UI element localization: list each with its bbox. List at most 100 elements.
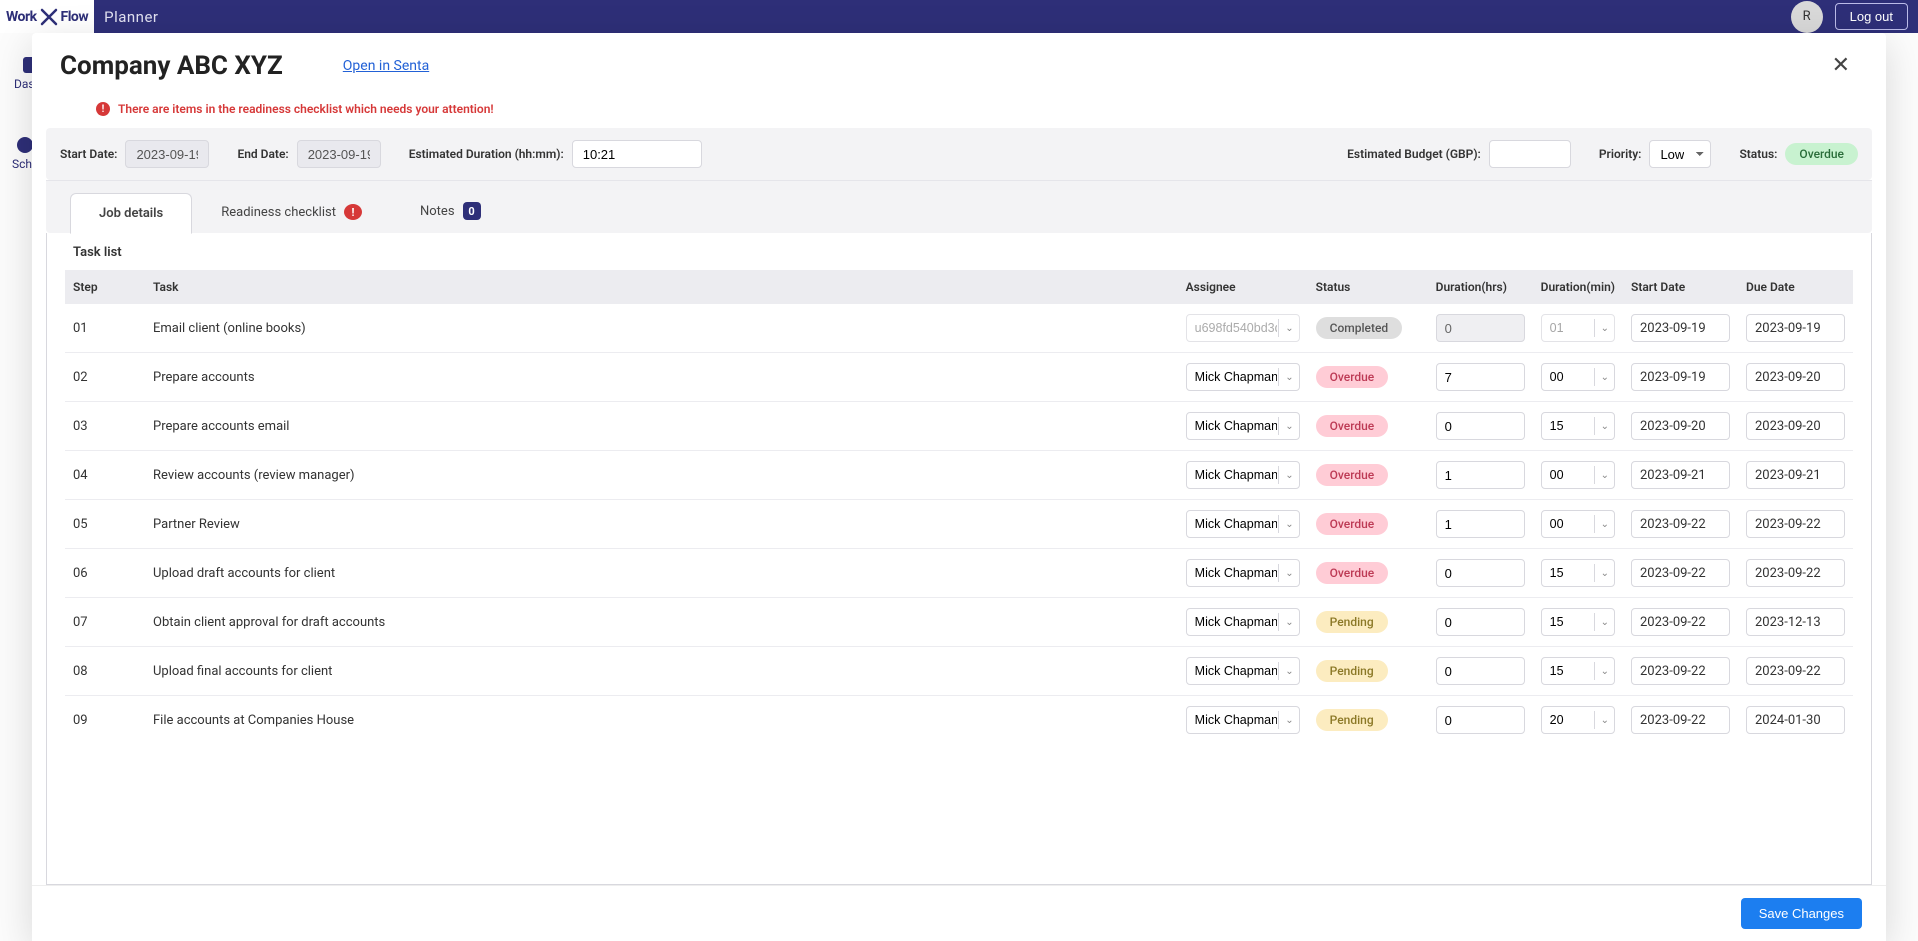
- end-date-input: [297, 140, 381, 168]
- cell-step: 09: [65, 696, 145, 745]
- status-badge: Pending: [1316, 611, 1388, 633]
- cell-task: Prepare accounts email: [145, 402, 1178, 451]
- start-date-picker[interactable]: 2023-09-19: [1631, 314, 1730, 342]
- status-badge: Overdue: [1316, 415, 1389, 437]
- duration-hrs-input[interactable]: [1436, 461, 1525, 489]
- duration-min-select[interactable]: 15: [1541, 412, 1615, 440]
- open-in-senta-link[interactable]: Open in Senta: [343, 58, 429, 74]
- due-date-picker[interactable]: 2023-09-22: [1746, 510, 1845, 538]
- cell-step: 04: [65, 451, 145, 500]
- close-icon[interactable]: ✕: [1824, 49, 1858, 82]
- cell-task: Review accounts (review manager): [145, 451, 1178, 500]
- end-date-field: End Date:: [237, 140, 380, 168]
- priority-select[interactable]: Low: [1649, 140, 1711, 168]
- assignee-select[interactable]: Mick Chapman: [1186, 559, 1300, 587]
- start-date-picker[interactable]: 2023-09-22: [1631, 657, 1730, 685]
- warning-message: There are items in the readiness checkli…: [118, 102, 494, 116]
- cell-task: Partner Review: [145, 500, 1178, 549]
- assignee-select[interactable]: Mick Chapman: [1186, 657, 1300, 685]
- modal-header: Company ABC XYZ Open in Senta ✕: [32, 33, 1886, 98]
- due-date-picker[interactable]: 2023-12-13: [1746, 608, 1845, 636]
- assignee-select[interactable]: Mick Chapman: [1186, 510, 1300, 538]
- tab-job-details[interactable]: Job details: [70, 193, 192, 234]
- assignee-select[interactable]: Mick Chapman: [1186, 363, 1300, 391]
- duration-input[interactable]: [572, 140, 702, 168]
- duration-min-select: 01: [1541, 314, 1615, 342]
- start-date-picker[interactable]: 2023-09-22: [1631, 706, 1730, 734]
- cell-step: 05: [65, 500, 145, 549]
- due-date-picker[interactable]: 2023-09-19: [1746, 314, 1845, 342]
- table-row: 05Partner ReviewMick Chapman⌄Overdue00⌄2…: [65, 500, 1853, 549]
- modal-body[interactable]: Task list Step Task Assignee Status Dura…: [46, 233, 1872, 885]
- duration-min-select[interactable]: 00: [1541, 363, 1615, 391]
- duration-hrs-input[interactable]: [1436, 657, 1525, 685]
- col-assignee: Assignee: [1178, 270, 1308, 304]
- col-duration-min: Duration(min): [1533, 270, 1623, 304]
- col-start-date: Start Date: [1623, 270, 1738, 304]
- assignee-select[interactable]: Mick Chapman: [1186, 461, 1300, 489]
- duration-min-select[interactable]: 00: [1541, 461, 1615, 489]
- tab-label: Job details: [99, 206, 163, 221]
- due-date-picker[interactable]: 2024-01-30: [1746, 706, 1845, 734]
- task-list-heading: Task list: [73, 245, 1853, 260]
- due-date-picker[interactable]: 2023-09-20: [1746, 412, 1845, 440]
- due-date-picker[interactable]: 2023-09-21: [1746, 461, 1845, 489]
- due-date-picker[interactable]: 2023-09-20: [1746, 363, 1845, 391]
- start-date-picker[interactable]: 2023-09-21: [1631, 461, 1730, 489]
- duration-hrs-input[interactable]: [1436, 510, 1525, 538]
- tab-label: Notes: [420, 204, 455, 219]
- duration-hrs-input[interactable]: [1436, 363, 1525, 391]
- due-date-picker[interactable]: 2023-09-22: [1746, 657, 1845, 685]
- cell-step: 02: [65, 353, 145, 402]
- priority-field: Priority: Low: [1599, 140, 1712, 168]
- duration-min-select[interactable]: 15: [1541, 608, 1615, 636]
- duration-label: Estimated Duration (hh:mm):: [409, 147, 564, 161]
- duration-min-select[interactable]: 20: [1541, 706, 1615, 734]
- due-date-picker[interactable]: 2023-09-22: [1746, 559, 1845, 587]
- start-date-input: [125, 140, 209, 168]
- cell-step: 08: [65, 647, 145, 696]
- duration-min-select[interactable]: 00: [1541, 510, 1615, 538]
- cell-task: Obtain client approval for draft account…: [145, 598, 1178, 647]
- col-task: Task: [145, 270, 1178, 304]
- tab-notes[interactable]: Notes 0: [391, 189, 510, 233]
- tab-readiness-checklist[interactable]: Readiness checklist !: [192, 191, 391, 233]
- start-date-picker[interactable]: 2023-09-20: [1631, 412, 1730, 440]
- assignee-select[interactable]: Mick Chapman: [1186, 706, 1300, 734]
- task-table: Step Task Assignee Status Duration(hrs) …: [65, 270, 1853, 744]
- duration-hrs-input: [1436, 314, 1525, 342]
- start-date-picker[interactable]: 2023-09-19: [1631, 363, 1730, 391]
- table-row: 06Upload draft accounts for clientMick C…: [65, 549, 1853, 598]
- duration-min-select[interactable]: 15: [1541, 559, 1615, 587]
- start-date-field: Start Date:: [60, 140, 209, 168]
- duration-hrs-input[interactable]: [1436, 412, 1525, 440]
- duration-hrs-input[interactable]: [1436, 559, 1525, 587]
- meta-bar: Start Date: End Date: Estimated Duration…: [46, 128, 1872, 180]
- cell-task: Prepare accounts: [145, 353, 1178, 402]
- table-row: 04Review accounts (review manager) Mick C…: [65, 451, 1853, 500]
- assignee-select[interactable]: Mick Chapman: [1186, 608, 1300, 636]
- end-date-label: End Date:: [237, 147, 288, 161]
- save-changes-button[interactable]: Save Changes: [1741, 898, 1862, 929]
- budget-field: Estimated Budget (GBP):: [1347, 140, 1571, 168]
- start-date-picker[interactable]: 2023-09-22: [1631, 608, 1730, 636]
- duration-hrs-input[interactable]: [1436, 706, 1525, 734]
- warning-row: ! There are items in the readiness check…: [32, 98, 1886, 124]
- modal-title: Company ABC XYZ: [60, 51, 283, 81]
- duration-hrs-input[interactable]: [1436, 608, 1525, 636]
- warning-icon: !: [96, 102, 110, 116]
- duration-min-select[interactable]: 15: [1541, 657, 1615, 685]
- notes-count-badge: 0: [463, 202, 481, 220]
- cell-task: Upload draft accounts for client: [145, 549, 1178, 598]
- status-badge: Pending: [1316, 660, 1388, 682]
- cell-step: 01: [65, 304, 145, 353]
- assignee-select[interactable]: Mick Chapman: [1186, 412, 1300, 440]
- budget-input[interactable]: [1489, 140, 1571, 168]
- start-date-picker[interactable]: 2023-09-22: [1631, 559, 1730, 587]
- warning-text: ! There are items in the readiness check…: [96, 102, 1858, 116]
- cell-task: Email client (online books): [145, 304, 1178, 353]
- start-date-picker[interactable]: 2023-09-22: [1631, 510, 1730, 538]
- cell-step: 03: [65, 402, 145, 451]
- table-row: 08Upload final accounts for clientMick C…: [65, 647, 1853, 696]
- col-due-date: Due Date: [1738, 270, 1853, 304]
